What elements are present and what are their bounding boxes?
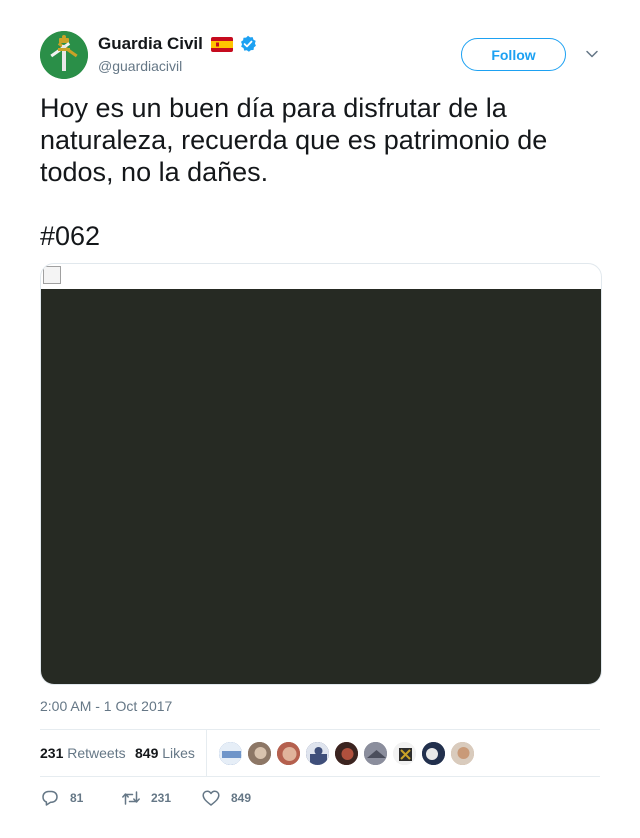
tweet-media[interactable]	[40, 263, 602, 685]
retweet-count: 231	[151, 791, 172, 805]
tweet-actions: 81 231 849	[40, 787, 600, 811]
likes-label: Likes	[162, 745, 195, 761]
reply-count: 81	[70, 791, 84, 805]
likes-stat[interactable]: 849 Likes	[135, 745, 195, 761]
follow-button[interactable]: Follow	[461, 38, 566, 71]
stats-divider	[206, 730, 207, 776]
broken-image-icon	[43, 266, 61, 284]
retweet-icon	[122, 791, 140, 805]
verified-badge-icon	[239, 35, 257, 53]
account-handle[interactable]: @guardiacivil	[98, 58, 257, 74]
likes-count: 849	[135, 745, 159, 761]
chevron-down-icon[interactable]	[585, 47, 599, 61]
tweet-text: Hoy es un buen día para disfrutar de la …	[40, 93, 548, 251]
tweet-timestamp[interactable]: 2:00 AM - 1 Oct 2017	[40, 698, 172, 714]
heart-icon	[202, 790, 220, 806]
retweet-action[interactable]: 231	[121, 787, 171, 809]
like-action[interactable]: 849	[201, 787, 251, 809]
liker-avatar-icon[interactable]	[305, 741, 330, 766]
spain-flag-icon	[210, 36, 233, 52]
tweet-stats: 231 Retweets 849 Likes	[40, 729, 600, 777]
liker-avatar-icon[interactable]	[276, 741, 301, 766]
reply-action[interactable]: 81	[40, 787, 83, 809]
liker-avatar-icon[interactable]	[450, 741, 475, 766]
liker-avatar-icon[interactable]	[421, 741, 446, 766]
account-names: Guardia Civil @guardiacivil	[98, 33, 257, 74]
like-count: 849	[231, 791, 252, 805]
liker-avatar-icon[interactable]	[247, 741, 272, 766]
retweets-label: Retweets	[67, 745, 126, 761]
retweets-count: 231	[40, 745, 64, 761]
reply-icon	[42, 790, 58, 806]
display-name[interactable]: Guardia Civil	[98, 34, 203, 54]
tweet-header: Guardia Civil @guardiacivil Follow	[40, 31, 600, 81]
liker-avatar-icon[interactable]	[392, 741, 417, 766]
account-avatar[interactable]	[40, 31, 88, 79]
retweets-stat[interactable]: 231 Retweets	[40, 745, 126, 761]
video-player[interactable]	[41, 289, 601, 684]
liker-avatar-icon[interactable]	[218, 741, 243, 766]
liker-avatar-icon[interactable]	[334, 741, 359, 766]
guardia-civil-emblem-icon	[40, 31, 88, 79]
liker-avatar-icon[interactable]	[363, 741, 388, 766]
